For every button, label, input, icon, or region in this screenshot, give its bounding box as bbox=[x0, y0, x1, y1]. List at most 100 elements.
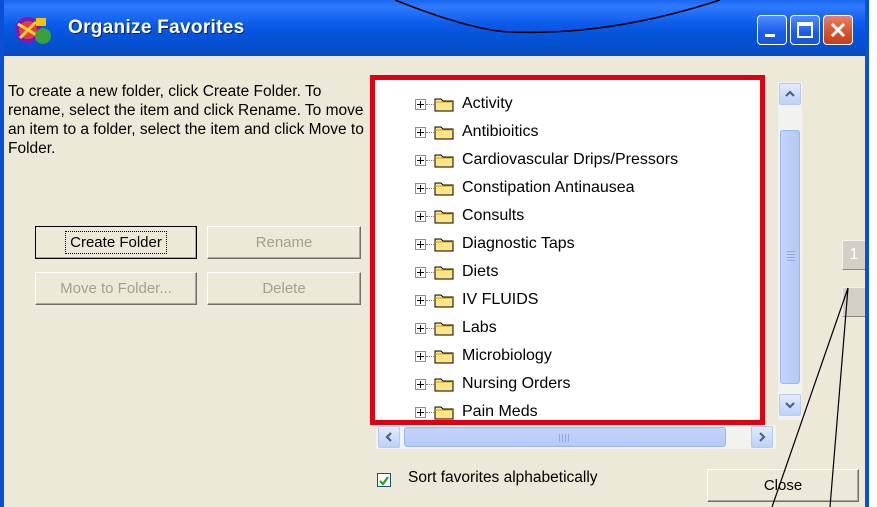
tree-item[interactable]: Cardiovascular Drips/Pressors bbox=[415, 146, 678, 174]
close-window-button[interactable] bbox=[823, 15, 853, 45]
folder-icon bbox=[434, 350, 454, 364]
chevron-right-icon bbox=[759, 432, 766, 442]
folder-icon bbox=[434, 266, 454, 280]
expand-icon[interactable] bbox=[415, 378, 426, 390]
delete-button[interactable]: Delete bbox=[207, 272, 361, 305]
tree-item-label: Antibioitics bbox=[462, 123, 539, 140]
folder-icon bbox=[434, 182, 454, 196]
tree-item[interactable]: Nursing Orders bbox=[415, 370, 678, 398]
scroll-thumb[interactable] bbox=[780, 130, 800, 384]
tree-item[interactable]: Diets bbox=[415, 258, 678, 286]
tree-connector bbox=[426, 215, 434, 217]
window-title: Organize Favorites bbox=[68, 17, 245, 38]
tree-item[interactable]: Activity bbox=[415, 90, 678, 118]
tree-item[interactable]: Labs bbox=[415, 314, 678, 342]
chevron-down-icon bbox=[785, 402, 795, 409]
tree-items: Activity Antibioitics Cardiovascular Drips… bbox=[415, 90, 678, 426]
chevron-left-icon bbox=[385, 432, 392, 442]
tree-connector bbox=[426, 299, 434, 301]
page-button-2[interactable] bbox=[842, 287, 865, 317]
tree-item-label: Activity bbox=[462, 95, 513, 112]
grip-line bbox=[562, 434, 563, 442]
tree-item[interactable]: Microbiology bbox=[415, 342, 678, 370]
tree-connector bbox=[426, 271, 434, 273]
expand-icon[interactable] bbox=[415, 154, 426, 166]
grip-line bbox=[787, 254, 795, 255]
tree-connector bbox=[426, 243, 434, 245]
tree-item[interactable]: Diagnostic Taps bbox=[415, 230, 678, 258]
folder-icon bbox=[434, 98, 454, 112]
tree-item[interactable]: IV FLUIDS bbox=[415, 286, 678, 314]
expand-icon[interactable] bbox=[415, 294, 426, 306]
tree-item-label: Cardiovascular Drips/Pressors bbox=[462, 151, 679, 168]
tree-connector bbox=[426, 103, 434, 105]
tree-item-label: Diets bbox=[462, 263, 499, 280]
tree-connector bbox=[426, 411, 434, 413]
tree-item-label: Constipation Antinausea bbox=[462, 179, 635, 196]
grip-line bbox=[559, 434, 560, 442]
folder-icon bbox=[434, 406, 454, 420]
instructions-text: To create a new folder, click Create Fol… bbox=[8, 83, 364, 157]
grip-line bbox=[568, 434, 569, 442]
tree-connector bbox=[426, 355, 434, 357]
sort-alphabetically-checkbox[interactable] bbox=[377, 473, 391, 487]
tree-connector bbox=[426, 131, 434, 133]
horizontal-scroll-thumb[interactable] bbox=[404, 427, 726, 447]
tree-item-label: Pain Meds bbox=[462, 403, 538, 420]
tree-item[interactable]: Pain Meds bbox=[415, 398, 678, 426]
folder-icon bbox=[434, 154, 454, 168]
tree-item[interactable]: Antibioitics bbox=[415, 118, 678, 146]
folder-icon bbox=[434, 322, 454, 336]
move-to-folder-button[interactable]: Move to Folder... bbox=[35, 272, 197, 305]
expand-icon[interactable] bbox=[415, 126, 426, 138]
horizontal-scrollbar[interactable] bbox=[376, 425, 776, 449]
sort-alphabetically-label[interactable]: Sort favorites alphabetically bbox=[408, 469, 598, 487]
rename-button[interactable]: Rename bbox=[207, 226, 361, 259]
scroll-right-button[interactable] bbox=[751, 426, 773, 448]
create-folder-button[interactable]: Create Folder bbox=[35, 226, 197, 259]
scroll-down-button[interactable] bbox=[779, 394, 801, 416]
tree-connector bbox=[426, 383, 434, 385]
chevron-up-icon bbox=[785, 90, 795, 97]
grip-line bbox=[565, 434, 566, 442]
organize-favorites-window: Organize Favorites To create a new folde… bbox=[0, 0, 869, 507]
vertical-scrollbar[interactable] bbox=[778, 82, 802, 420]
expand-icon[interactable] bbox=[415, 182, 426, 194]
tree-item-label: Microbiology bbox=[462, 347, 552, 364]
expand-icon[interactable] bbox=[415, 210, 426, 222]
page-button-1[interactable]: 1 bbox=[842, 240, 865, 270]
scroll-up-button[interactable] bbox=[779, 83, 801, 105]
checkmark-icon bbox=[379, 476, 389, 486]
close-button[interactable]: Close bbox=[707, 469, 859, 502]
expand-icon[interactable] bbox=[415, 322, 426, 334]
grip-line bbox=[787, 260, 795, 261]
app-icon bbox=[15, 17, 51, 44]
expand-icon[interactable] bbox=[415, 406, 426, 418]
tree-item-label: Labs bbox=[462, 319, 497, 336]
tree-item[interactable]: Constipation Antinausea bbox=[415, 174, 678, 202]
minimize-icon bbox=[765, 34, 775, 37]
tree-item-label: IV FLUIDS bbox=[462, 291, 539, 308]
tree-connector bbox=[426, 187, 434, 189]
folder-icon bbox=[434, 126, 454, 140]
title-bar[interactable]: Organize Favorites bbox=[4, 0, 865, 56]
expand-icon[interactable] bbox=[415, 266, 426, 278]
tree-connector bbox=[426, 159, 434, 161]
tree-item-label: Nursing Orders bbox=[462, 375, 571, 392]
grip-line bbox=[787, 257, 795, 258]
close-icon bbox=[830, 22, 846, 38]
create-folder-label: Create Folder bbox=[65, 231, 167, 254]
expand-icon[interactable] bbox=[415, 350, 426, 362]
minimize-button[interactable] bbox=[757, 15, 787, 45]
maximize-button[interactable] bbox=[790, 15, 820, 45]
expand-icon[interactable] bbox=[415, 238, 426, 250]
tree-connector bbox=[426, 327, 434, 329]
expand-icon[interactable] bbox=[415, 98, 426, 110]
scroll-left-button[interactable] bbox=[378, 426, 400, 448]
maximize-icon bbox=[797, 22, 813, 38]
favorites-tree[interactable]: Activity Antibioitics Cardiovascular Drips… bbox=[370, 75, 765, 425]
folder-icon bbox=[434, 294, 454, 308]
tree-item-label: Diagnostic Taps bbox=[462, 235, 575, 252]
folder-icon bbox=[434, 378, 454, 392]
tree-item[interactable]: Consults bbox=[415, 202, 678, 230]
